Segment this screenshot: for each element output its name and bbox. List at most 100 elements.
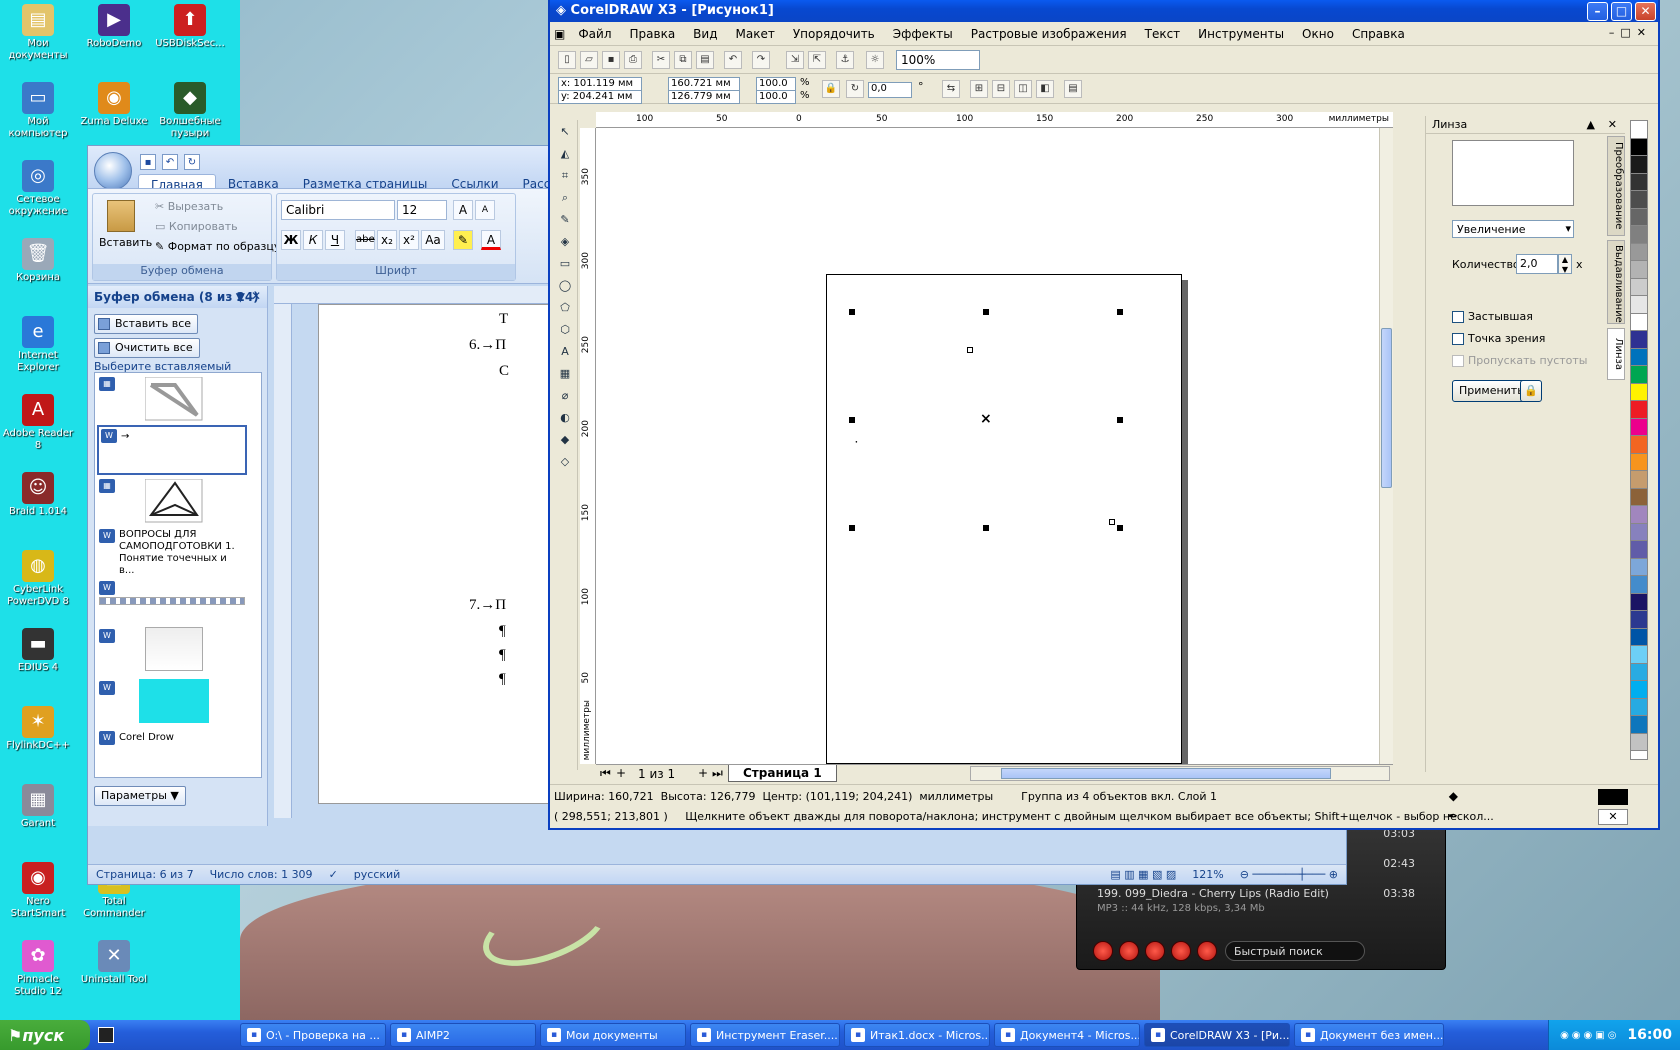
zoom-level[interactable]: 121%: [1184, 868, 1231, 881]
desktop-icon[interactable]: ▤ Мои документы: [0, 4, 76, 62]
scale-x-field[interactable]: 100.0: [756, 77, 796, 91]
page-tab-1[interactable]: Страница 1: [728, 765, 837, 782]
menu-item[interactable]: Текст: [1136, 27, 1190, 41]
clipboard-item[interactable]: ▦: [97, 477, 247, 525]
eyedropper-icon[interactable]: ⌀: [554, 386, 576, 406]
view-buttons[interactable]: ▤ ▥ ▦ ▧ ▨: [1102, 868, 1184, 881]
color-swatch[interactable]: [1631, 558, 1647, 576]
shape-tool-icon[interactable]: ◭: [554, 144, 576, 164]
interactive-fill-icon[interactable]: ◇: [554, 452, 576, 472]
viewpoint-checkbox[interactable]: Точка зрения: [1452, 332, 1545, 345]
selection-handle[interactable]: [849, 417, 855, 423]
desktop-icon[interactable]: ◆ Волшебные пузыри: [152, 82, 228, 140]
minimize-button[interactable]: –: [1587, 2, 1608, 21]
play-button[interactable]: [1145, 941, 1165, 961]
color-swatch[interactable]: [1631, 593, 1647, 611]
color-swatch[interactable]: [1631, 523, 1647, 541]
menu-item[interactable]: Упорядочить: [784, 27, 884, 41]
close-button[interactable]: ✕: [1635, 2, 1656, 21]
color-swatch[interactable]: [1631, 366, 1647, 384]
next-button[interactable]: [1197, 941, 1217, 961]
desktop-icon[interactable]: ▬ EDIUS 4: [0, 628, 76, 674]
strikethrough-button[interactable]: abe: [355, 230, 375, 250]
cut-icon[interactable]: ✂: [652, 51, 670, 69]
color-swatch[interactable]: [1631, 436, 1647, 454]
polygon-tool-icon[interactable]: ⬠: [554, 298, 576, 318]
selection-handle[interactable]: [1117, 525, 1123, 531]
grow-font-button[interactable]: A: [453, 200, 473, 220]
color-swatch[interactable]: [1631, 506, 1647, 524]
outline-tool-icon[interactable]: ◐: [554, 408, 576, 428]
color-swatch[interactable]: [1631, 173, 1647, 191]
undo-icon[interactable]: ↶: [724, 51, 742, 69]
clipboard-item[interactable]: ▦: [97, 375, 247, 423]
font-color-icon[interactable]: A: [481, 230, 501, 250]
undo-icon[interactable]: ↶: [162, 154, 178, 170]
desktop-icon[interactable]: e Internet Explorer: [0, 316, 76, 374]
launcher-icon[interactable]: ⚓: [836, 51, 854, 69]
color-swatch[interactable]: [1631, 576, 1647, 594]
superscript-button[interactable]: x²: [399, 230, 419, 250]
color-swatch[interactable]: [1631, 278, 1647, 296]
color-swatch[interactable]: [1631, 663, 1647, 681]
clipboard-item[interactable]: W: [97, 679, 247, 725]
first-page-button[interactable]: ⏮: [600, 766, 611, 781]
fill-swatch[interactable]: [1598, 789, 1628, 805]
paste-all-button[interactable]: Вставить все: [94, 314, 199, 334]
color-palette[interactable]: [1630, 120, 1648, 760]
color-swatch[interactable]: [1631, 138, 1647, 156]
ungroup-icon[interactable]: ⊟: [992, 80, 1010, 98]
color-swatch[interactable]: [1631, 261, 1647, 279]
menu-item[interactable]: Инструменты: [1189, 27, 1293, 41]
zoom-slider[interactable]: ⊖ ───────┼─── ⊕: [1232, 868, 1346, 881]
basic-shapes-icon[interactable]: ⬡: [554, 320, 576, 340]
lens-type-select[interactable]: Увеличение ▾: [1452, 220, 1574, 238]
document-icon[interactable]: ▣: [550, 27, 569, 41]
office-button[interactable]: [94, 152, 132, 190]
mirror-icon[interactable]: ⇆: [942, 80, 960, 98]
taskbar-item[interactable]: ▪ Итак1.docx - Micros...: [844, 1023, 990, 1047]
collapse-icon[interactable]: ▲: [1587, 118, 1595, 131]
desktop-icon[interactable]: ☺ Braid 1.014: [0, 472, 76, 518]
taskbar-item[interactable]: ▪ Мои документы: [540, 1023, 686, 1047]
taskbar-item[interactable]: ▪ O:\ - Проверка на ...: [240, 1023, 386, 1047]
selection-handle[interactable]: [849, 525, 855, 531]
amount-field[interactable]: 2,0: [1516, 254, 1558, 274]
last-page-button[interactable]: ⏭: [712, 766, 723, 781]
menu-item[interactable]: Правка: [621, 27, 685, 41]
desktop-icon[interactable]: ✕ Uninstall Tool: [76, 940, 152, 986]
redo-icon[interactable]: ↻: [184, 154, 200, 170]
import-icon[interactable]: ⇲: [786, 51, 804, 69]
color-swatch[interactable]: [1631, 208, 1647, 226]
tab-lens[interactable]: Линза: [1607, 328, 1625, 380]
rotate-icon[interactable]: ↻: [846, 80, 864, 98]
lock-ratio-icon[interactable]: 🔒: [822, 80, 840, 98]
y-position-field[interactable]: y: 204.241 мм: [558, 90, 642, 104]
change-case-button[interactable]: Aa: [421, 230, 445, 250]
highlight-icon[interactable]: ✎: [453, 230, 473, 250]
close-icon[interactable]: ✕: [1608, 118, 1617, 131]
paste-icon[interactable]: [107, 200, 135, 232]
wrap-icon[interactable]: ▤: [1064, 80, 1082, 98]
page-count[interactable]: Страница: 6 из 7: [88, 868, 202, 881]
close-icon[interactable]: ✕: [251, 289, 261, 303]
print-icon[interactable]: ⎙: [624, 51, 642, 69]
color-swatch[interactable]: [1631, 383, 1647, 401]
frozen-checkbox-box[interactable]: [1452, 311, 1464, 323]
vertical-scrollbar[interactable]: [1379, 128, 1393, 764]
color-swatch[interactable]: [1631, 488, 1647, 506]
scroll-thumb[interactable]: [1381, 328, 1392, 488]
trim-icon[interactable]: ◧: [1036, 80, 1054, 98]
desktop-icon[interactable]: ◉ Nero StartSmart: [0, 862, 76, 920]
add-page-button[interactable]: +: [616, 766, 626, 780]
taskbar-item[interactable]: ▪ AIMP2: [390, 1023, 536, 1047]
desktop-icon[interactable]: ▶ RoboDemo: [76, 4, 152, 50]
interactive-blend-icon[interactable]: ▦: [554, 364, 576, 384]
weld-icon[interactable]: ◫: [1014, 80, 1032, 98]
clipboard-item[interactable]: W: [97, 579, 247, 609]
prev-button[interactable]: [1093, 941, 1113, 961]
word-count[interactable]: Число слов: 1 309: [202, 868, 321, 881]
copy-button[interactable]: ▭ Копировать: [155, 220, 238, 233]
color-swatch[interactable]: [1631, 156, 1647, 174]
menu-item[interactable]: Растровые изображения: [962, 27, 1136, 41]
